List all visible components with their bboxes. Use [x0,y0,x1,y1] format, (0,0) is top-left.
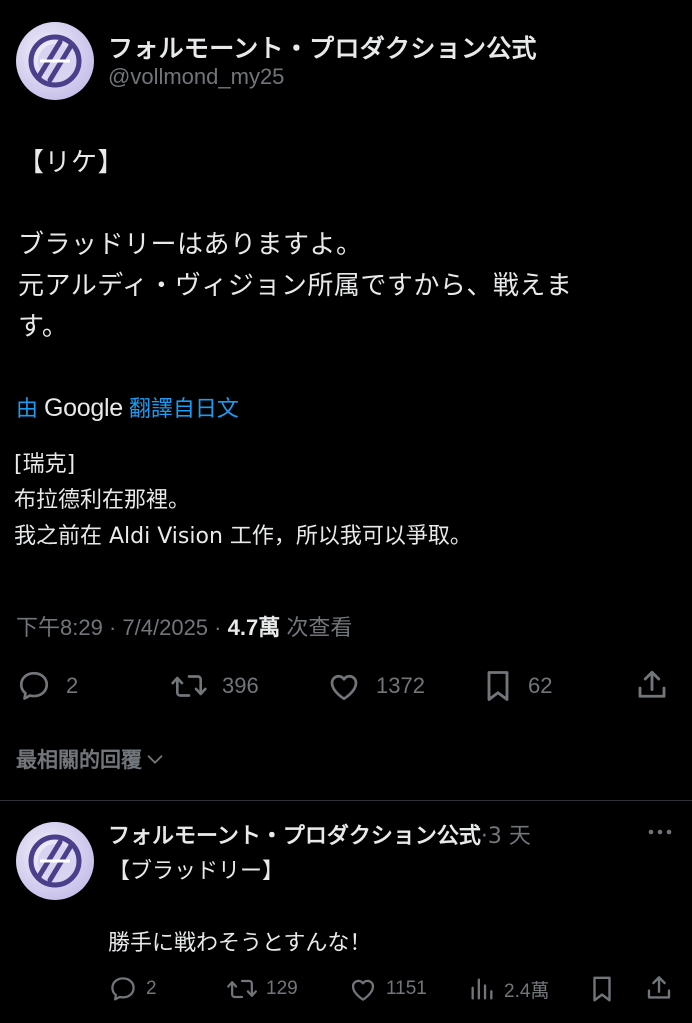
reply-views-count: 2.4萬 [504,980,550,1002]
author-avatar[interactable] [16,22,94,100]
post-date[interactable]: 7/4/2025 [122,615,208,640]
reply-reply-count: 2 [146,978,157,999]
repost-arrows-icon [171,675,207,697]
reply-repost-button[interactable]: 129 [226,974,298,1004]
repost-arrows-icon [227,979,257,999]
translation-prefix: 由 [16,397,39,422]
bookmark-icon [487,671,509,701]
reply-button[interactable]: 2 [16,668,78,704]
reply-header: フォルモーント・プロダクション公式·3 天 [108,818,531,850]
share-button[interactable] [634,667,670,703]
reply-like-count: 1151 [386,978,427,999]
chevron-down-icon [147,755,163,764]
author-handle[interactable]: @vollmond_my25 [108,64,284,90]
views-label: 次查看 [286,615,353,640]
share-upload-icon [647,976,671,999]
reply-repost-count: 129 [266,978,298,999]
like-count: 1372 [376,673,425,698]
reply-time[interactable]: ·3 天 [481,824,531,849]
like-button[interactable]: 1372 [326,668,425,704]
repost-button[interactable]: 396 [170,668,259,704]
reply-share-button[interactable] [644,973,674,1003]
bar-chart-icon [471,978,493,1000]
google-brand: Google [44,394,123,422]
author-display-name[interactable]: フォルモーント・プロダクション公式 [108,29,537,65]
heart-icon [351,979,375,1001]
post-text: 【リケ】 ブラッドリーはありますよ。 元アルディ・ヴィジョン所属ですから、戦えま… [18,148,573,342]
reply-views-button[interactable]: 2.4萬 [468,974,549,1004]
views-count: 4.7萬 [227,615,281,640]
reply-reply-button[interactable]: 2 [108,974,157,1004]
meta-separator: · [108,615,117,640]
replies-sort-dropdown[interactable]: 最相關的回覆 [16,744,166,774]
translation-suffix: 翻譯自日文 [128,397,239,422]
more-options-button[interactable] [646,820,674,848]
bookmark-button[interactable]: 62 [482,668,552,704]
avatar-logo-icon [28,834,82,888]
speech-bubble-icon [19,671,49,700]
replies-sort-label: 最相關的回覆 [16,748,142,772]
reply-count: 2 [66,673,79,698]
post-time[interactable]: 下午8:29 [16,615,103,640]
post-meta: 下午8:29 · 7/4/2025 · 4.7萬 次查看 [16,610,352,642]
reply-author-avatar[interactable] [16,822,94,900]
repost-count: 396 [222,673,259,698]
translated-text: [瑞克] 布拉德利在那裡。 我之前在 Aldi Vision 工作，所以我可以爭… [14,452,472,549]
bookmark-count: 62 [528,673,553,698]
meta-separator: · [214,615,222,640]
avatar-logo-icon [28,34,82,88]
reply-bookmark-button[interactable] [588,974,616,1004]
reply-text: 【ブラッドリー】 勝手に戦わそうとすんな！ [108,859,372,956]
more-dots-icon [648,829,672,835]
reply-like-button[interactable]: 1151 [348,974,427,1004]
heart-icon [330,674,358,701]
speech-bubble-icon [111,977,135,1001]
reply-author-name[interactable]: フォルモーント・プロダクション公式 [108,824,481,849]
bookmark-icon [593,976,611,1002]
translation-attribution[interactable]: 由 Google 翻譯自日文 [16,391,239,423]
share-upload-icon [638,670,666,698]
section-divider [0,800,692,801]
